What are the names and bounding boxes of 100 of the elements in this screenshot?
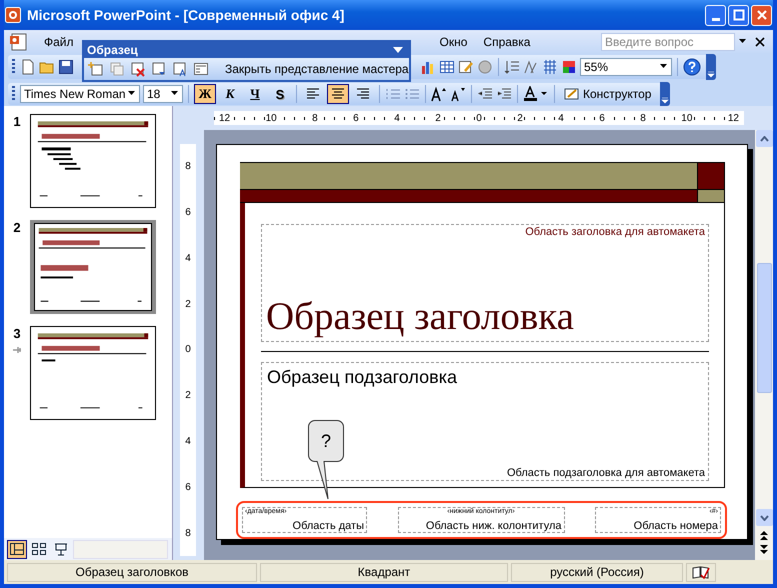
ruler-number: 8 [311,112,319,124]
title-placeholder[interactable]: Область заголовка для автомакета Образец заголовка [261,224,709,342]
caret-icon [128,91,136,97]
edit-icon[interactable] [458,59,474,75]
style-button[interactable]: Ч [244,84,266,104]
ruler-number: 4 [557,112,565,124]
caret-icon[interactable] [739,39,747,45]
maximize-icon [732,9,744,21]
ruler-number: 8 [185,528,191,538]
grid-icon[interactable] [542,59,558,75]
maximize-button[interactable] [728,4,749,26]
spelling-icon [692,565,710,579]
close-icon [756,9,768,21]
placeholder-label: Область заголовка для автомакета [524,225,706,239]
normal-view-icon [9,542,25,556]
status-panel: Квадрант [260,562,508,582]
zoom-field[interactable]: 55% [580,58,672,76]
color-icon[interactable] [561,59,577,75]
align-icon [331,88,345,100]
close-button[interactable] [751,4,772,26]
decrease-font-icon[interactable] [450,86,466,102]
menu-item[interactable]: Окно [432,33,476,51]
placeholder-label: Область ниж. колонтитула [426,520,562,532]
align-center-button[interactable] [327,84,349,104]
placeholder-label: Область даты [292,520,364,532]
style-button[interactable]: К [219,84,241,104]
ruler-number: 12 [726,112,740,124]
next-slide-icon[interactable] [759,544,769,556]
caret-icon [660,64,668,70]
menu-item[interactable]: Файл [36,33,82,51]
speech-bubble: ? [308,420,344,462]
ruler-number: 4 [185,436,191,447]
numbered-list-icon[interactable] [385,86,401,102]
ruler-number: 8 [639,112,647,124]
help-search-field[interactable]: Введите вопрос [601,33,735,51]
ruler-number: 4 [185,252,191,264]
delete-slide-icon[interactable] [130,61,146,77]
slide-number: 1 [13,114,21,129]
slideshow-view-icon [53,542,69,556]
ruler-number: 4 [393,112,401,124]
bulleted-list-icon[interactable] [404,86,420,102]
ruler-number: 8 [185,161,191,172]
ruler-number: 12 [218,112,232,124]
ruler-number: 0 [185,344,191,356]
save-icon[interactable] [58,59,74,75]
ruler-number: 2 [185,298,191,310]
placeholder-label: Область подзаголовка для автомакета [506,466,706,480]
toolbar-options-icon[interactable] [706,54,716,80]
scroll-thumb[interactable] [756,263,772,393]
ruler-number: 10 [680,112,694,124]
previous-slide-icon[interactable] [759,529,769,541]
app-icon [5,7,21,23]
toolbar-options-icon[interactable] [660,82,670,106]
layout-icon[interactable] [193,61,209,77]
scroll-down-button[interactable] [756,509,772,526]
help-icon[interactable] [683,58,701,76]
increase-font-icon[interactable] [431,86,447,102]
status-panel: Образец заголовков [7,562,257,582]
ruler-number: 10 [264,112,278,124]
font-size-field[interactable]: 18 [143,85,183,103]
close-icon[interactable] [755,37,765,47]
slide-title: Образец заголовка [265,294,575,340]
sorter-view-icon [31,542,47,556]
minimize-icon [712,18,720,20]
caret-icon [171,91,179,97]
ruler-number: 0 [475,112,483,124]
pin-icon [12,345,22,355]
pencil-icon [564,87,580,101]
ruler-number: 6 [352,112,360,124]
minimize-button[interactable] [705,4,726,26]
ruler-number: 2 [434,112,442,124]
chevron-down-icon [760,514,768,520]
font-field[interactable]: Times New Roman [20,85,140,103]
ruler-number: 6 [185,482,191,493]
chart-icon[interactable] [420,59,436,75]
toolbar-title: Образец [87,43,138,57]
callout-pointer [316,461,330,501]
scroll-up-button[interactable] [756,130,772,147]
font-color-icon[interactable] [523,86,549,102]
ruler-number: 6 [185,207,191,218]
style-button[interactable]: S [269,84,291,104]
menu-item[interactable]: Справка [475,33,538,51]
slide-subtitle: Образец подзаголовка [266,366,458,389]
table-icon[interactable] [439,59,455,75]
vertical-scrollbar[interactable] [755,130,773,560]
horizontal-scrollbar[interactable] [73,540,168,558]
slide-number: 2 [13,220,21,235]
ruler-number: 2 [185,390,191,402]
slide-number: 3 [13,326,21,341]
align-icon [306,88,320,100]
ruler-number: 6 [598,112,606,124]
align-icon [356,88,370,100]
insert-slide-icon[interactable] [88,61,104,77]
normal-view-button[interactable] [7,540,27,558]
status-panel: русский (Россия) [511,562,683,582]
designer-button[interactable]: Конструктор [560,87,656,101]
placeholder-label: Область номера [634,520,718,532]
window-title: Microsoft PowerPoint - [Современный офис 4] [27,7,346,23]
new-document-icon[interactable] [20,59,36,75]
style-button[interactable]: Ж [194,84,216,104]
